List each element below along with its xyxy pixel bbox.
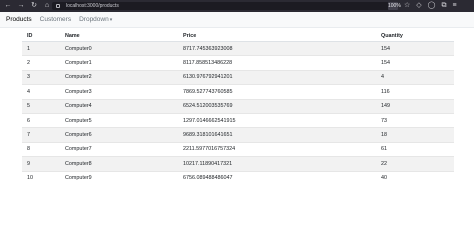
cell-quantity: 149 [376, 98, 454, 114]
browser-toolbar-right: ☆ ◇ ◯ ⧉ ≡ [404, 2, 457, 10]
bookmark-star-icon[interactable]: ☆ [404, 2, 410, 10]
extensions-icon[interactable]: ⧉ [442, 2, 447, 10]
table-row: 2 Computer1 8117.858513486228 154 [22, 55, 454, 71]
cell-name: Computer6 [60, 127, 178, 143]
nav-customers-link[interactable]: Customers [40, 16, 71, 23]
cell-name: Computer2 [60, 69, 178, 85]
browser-toolbar: ← → ↻ ⌂ localhost:3000/products 100% ☆ ◇… [0, 0, 474, 12]
caret-down-icon: ▾ [109, 17, 113, 23]
table-row: 1 Computer0 8717.745363923008 154 [22, 40, 454, 56]
cell-name: Computer0 [60, 40, 178, 56]
cell-quantity: 22 [376, 156, 454, 172]
forward-icon[interactable]: → [17, 2, 25, 10]
table-body: 1 Computer0 8717.745363923008 154 2 Comp… [22, 40, 454, 185]
cell-price: 7869.527743760585 [178, 84, 376, 100]
column-header-price: Price [178, 31, 376, 42]
column-header-name: Name [60, 31, 178, 42]
reload-icon[interactable]: ↻ [30, 2, 38, 10]
table-header-row: ID Name Price Quantity [22, 31, 454, 42]
cell-quantity: 18 [376, 127, 454, 143]
zoom-badge[interactable]: 100% [388, 2, 401, 10]
cell-price: 8117.858513486228 [178, 55, 376, 71]
table-row: 10 Computer9 6756.089488486047 40 [22, 170, 454, 185]
cell-quantity: 116 [376, 84, 454, 100]
table-row: 9 Computer8 10217.11890417321 22 [22, 156, 454, 172]
cell-name: Computer5 [60, 112, 178, 128]
table-row: 6 Computer5 1297.0146662541915 73 [22, 112, 454, 128]
cell-id: 7 [22, 127, 60, 143]
cell-id: 2 [22, 55, 60, 71]
cell-id: 5 [22, 98, 60, 114]
cell-quantity: 61 [376, 141, 454, 157]
cell-price: 8717.745363923008 [178, 40, 376, 56]
cell-id: 1 [22, 40, 60, 56]
back-icon[interactable]: ← [4, 2, 12, 10]
cell-price: 2211.5977016757324 [178, 141, 376, 157]
nav-dropdown-label: Dropdown [79, 16, 109, 23]
cell-quantity: 4 [376, 69, 454, 85]
cell-quantity: 154 [376, 40, 454, 56]
cell-id: 10 [22, 170, 60, 185]
nav-dropdown-toggle[interactable]: Dropdown▾ [79, 16, 112, 23]
menu-icon[interactable]: ≡ [453, 2, 457, 10]
products-table: ID Name Price Quantity 1 Computer0 8717.… [22, 31, 454, 185]
nav-products-link[interactable]: Products [6, 16, 32, 23]
cell-price: 1297.0146662541915 [178, 112, 376, 128]
cell-name: Computer7 [60, 141, 178, 157]
account-icon[interactable]: ◯ [428, 2, 436, 10]
cell-id: 8 [22, 141, 60, 157]
cell-id: 6 [22, 112, 60, 128]
table-row: 4 Computer3 7869.527743760585 116 [22, 84, 454, 100]
home-icon[interactable]: ⌂ [43, 2, 51, 10]
cell-name: Computer8 [60, 156, 178, 172]
cell-id: 9 [22, 156, 60, 172]
cell-id: 4 [22, 84, 60, 100]
cell-name: Computer9 [60, 170, 178, 185]
cell-quantity: 40 [376, 170, 454, 185]
shield-icon[interactable]: ◇ [416, 2, 421, 10]
browser-nav-icons: ← → ↻ ⌂ [4, 2, 51, 10]
table-row: 7 Computer6 9689.318101641651 18 [22, 127, 454, 143]
cell-price: 6130.976792941201 [178, 69, 376, 85]
cell-price: 10217.11890417321 [178, 156, 376, 172]
cell-price: 6524.512003535769 [178, 98, 376, 114]
cell-name: Computer1 [60, 55, 178, 71]
zoom-level: 100% [388, 3, 401, 9]
cell-quantity: 154 [376, 55, 454, 71]
cell-price: 9689.318101641651 [178, 127, 376, 143]
table-row: 3 Computer2 6130.976792941201 4 [22, 69, 454, 85]
column-header-id: ID [22, 31, 60, 42]
app-navbar: Products Customers Dropdown▾ [0, 12, 474, 28]
cell-name: Computer3 [60, 84, 178, 100]
address-bar-text: localhost:3000/products [66, 3, 119, 9]
cell-quantity: 73 [376, 112, 454, 128]
cell-name: Computer4 [60, 98, 178, 114]
column-header-quantity: Quantity [376, 31, 454, 42]
table-row: 8 Computer7 2211.5977016757324 61 [22, 141, 454, 157]
page-info-icon[interactable] [56, 4, 60, 8]
cell-id: 3 [22, 69, 60, 85]
table-row: 5 Computer4 6524.512003535769 149 [22, 98, 454, 114]
address-bar[interactable]: localhost:3000/products [52, 2, 390, 10]
cell-price: 6756.089488486047 [178, 170, 376, 185]
